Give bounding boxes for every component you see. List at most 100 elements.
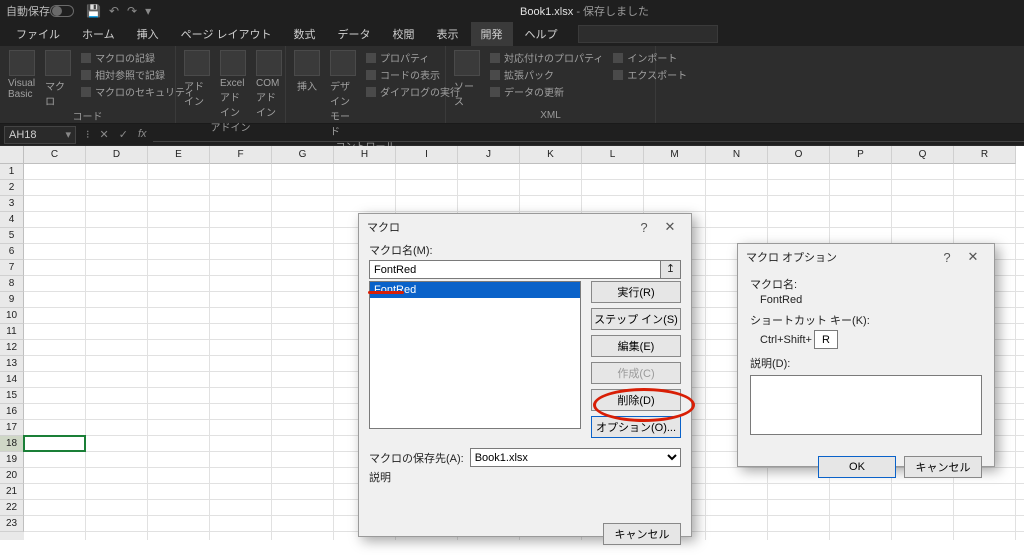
record-icon	[81, 53, 91, 63]
macro-run-button[interactable]: 実行(R)	[591, 281, 681, 303]
tab-data[interactable]: データ	[328, 22, 381, 46]
column-header[interactable]: R	[954, 146, 1016, 164]
macro-store-select[interactable]: Book1.xlsx	[470, 448, 681, 467]
column-header[interactable]: I	[396, 146, 458, 164]
excel-addin-button[interactable]: Excel アドイン	[220, 50, 246, 119]
xml-source-button[interactable]: ソース	[454, 50, 480, 108]
macro-list-item[interactable]: FontRed	[370, 282, 580, 298]
insert-control-button[interactable]: 挿入	[294, 50, 320, 93]
options-name-value: FontRed	[760, 294, 982, 306]
row-headers: 1234567891011121314151617181920212223	[0, 164, 24, 540]
column-header[interactable]: K	[520, 146, 582, 164]
undo-icon[interactable]: ↶	[109, 4, 119, 18]
macro-delete-button[interactable]: 削除(D)	[591, 389, 681, 411]
column-header[interactable]: L	[582, 146, 644, 164]
row-header[interactable]: 11	[0, 324, 24, 340]
column-header[interactable]: M	[644, 146, 706, 164]
row-header[interactable]: 1	[0, 164, 24, 180]
row-header[interactable]: 21	[0, 484, 24, 500]
tab-help[interactable]: ヘルプ	[515, 22, 568, 46]
row-header[interactable]: 19	[0, 452, 24, 468]
tellme-search[interactable]	[578, 25, 718, 43]
column-header[interactable]: H	[334, 146, 396, 164]
row-header[interactable]: 18	[0, 436, 24, 452]
fbar-fx-icon[interactable]: fx	[138, 128, 147, 141]
macro-listbox[interactable]: FontRed	[369, 281, 581, 429]
row-header[interactable]: 13	[0, 356, 24, 372]
redo-icon[interactable]: ↷	[127, 4, 137, 18]
xml-refresh-button[interactable]: データの更新	[490, 84, 603, 99]
macro-name-ref-button[interactable]: ↥	[661, 260, 681, 279]
options-ok-button[interactable]: OK	[818, 456, 896, 478]
column-header[interactable]: O	[768, 146, 830, 164]
column-header[interactable]: E	[148, 146, 210, 164]
column-header[interactable]: D	[86, 146, 148, 164]
row-header[interactable]: 5	[0, 228, 24, 244]
row-header[interactable]: 6	[0, 244, 24, 260]
visual-basic-button[interactable]: Visual Basic	[8, 50, 35, 100]
name-box[interactable]: AH18▾	[4, 126, 76, 144]
macro-step-button[interactable]: ステップ イン(S)	[591, 308, 681, 330]
row-header[interactable]: 20	[0, 468, 24, 484]
row-header[interactable]: 12	[0, 340, 24, 356]
com-addin-button[interactable]: COM アドイン	[256, 50, 282, 119]
formula-input[interactable]	[153, 128, 1024, 142]
options-dialog-help-icon[interactable]: ?	[934, 250, 960, 265]
macro-edit-button[interactable]: 編集(E)	[591, 335, 681, 357]
macro-dialog-help-icon[interactable]: ?	[631, 220, 657, 235]
macro-name-input[interactable]	[369, 260, 661, 279]
fbar-cancel-icon[interactable]: ✕	[100, 128, 109, 141]
macro-cancel-button[interactable]: キャンセル	[603, 523, 681, 545]
column-header[interactable]: P	[830, 146, 892, 164]
fbar-confirm-icon[interactable]: ✓	[119, 128, 128, 141]
tab-view[interactable]: 表示	[427, 22, 469, 46]
row-header[interactable]: 23	[0, 516, 24, 532]
tab-formulas[interactable]: 数式	[284, 22, 326, 46]
tab-home[interactable]: ホーム	[72, 22, 125, 46]
column-header[interactable]: G	[272, 146, 334, 164]
tab-insert[interactable]: 挿入	[127, 22, 169, 46]
column-header[interactable]: F	[210, 146, 272, 164]
row-header[interactable]: 4	[0, 212, 24, 228]
tab-review[interactable]: 校閲	[383, 22, 425, 46]
xml-map-props-button[interactable]: 対応付けのプロパティ	[490, 50, 603, 65]
options-dialog-close-icon[interactable]: ✕	[960, 249, 986, 265]
macro-options-button[interactable]: オプション(O)...	[591, 416, 681, 438]
tab-page-layout[interactable]: ページ レイアウト	[171, 22, 282, 46]
row-header[interactable]: 10	[0, 308, 24, 324]
row-header[interactable]: 2	[0, 180, 24, 196]
row-header[interactable]: 8	[0, 276, 24, 292]
row-header[interactable]: 16	[0, 404, 24, 420]
row-header[interactable]: 3	[0, 196, 24, 212]
options-desc-textarea[interactable]	[750, 375, 982, 435]
row-header[interactable]: 15	[0, 388, 24, 404]
xml-export-button[interactable]: エクスポート	[613, 67, 687, 82]
macro-dialog-titlebar[interactable]: マクロ ? ✕	[359, 214, 691, 240]
options-cancel-button[interactable]: キャンセル	[904, 456, 982, 478]
column-header[interactable]: Q	[892, 146, 954, 164]
tab-file[interactable]: ファイル	[6, 22, 70, 46]
column-header[interactable]: N	[706, 146, 768, 164]
autosave-toggle[interactable]	[50, 5, 74, 17]
select-all-corner[interactable]	[0, 146, 24, 164]
options-shortcut-input[interactable]	[814, 330, 838, 349]
selected-cell[interactable]	[24, 436, 85, 451]
design-mode-button[interactable]: デザイン モード	[330, 50, 356, 138]
column-header[interactable]: C	[24, 146, 86, 164]
xml-expansion-button[interactable]: 拡張パック	[490, 67, 603, 82]
addin-button[interactable]: アドイン	[184, 50, 210, 108]
fbar-dots-icon[interactable]: ⁝	[86, 128, 90, 141]
qat-dropdown-icon[interactable]: ▾	[145, 4, 151, 18]
save-icon[interactable]: 💾	[86, 4, 101, 18]
row-header[interactable]: 17	[0, 420, 24, 436]
options-dialog-titlebar[interactable]: マクロ オプション ? ✕	[738, 244, 994, 270]
row-header[interactable]: 7	[0, 260, 24, 276]
row-header[interactable]: 14	[0, 372, 24, 388]
macro-dialog-close-icon[interactable]: ✕	[657, 219, 683, 235]
column-header[interactable]: J	[458, 146, 520, 164]
xml-import-button[interactable]: インポート	[613, 50, 687, 65]
row-header[interactable]: 9	[0, 292, 24, 308]
row-header[interactable]: 22	[0, 500, 24, 516]
macros-button[interactable]: マクロ	[45, 50, 71, 108]
tab-developer[interactable]: 開発	[471, 22, 513, 46]
